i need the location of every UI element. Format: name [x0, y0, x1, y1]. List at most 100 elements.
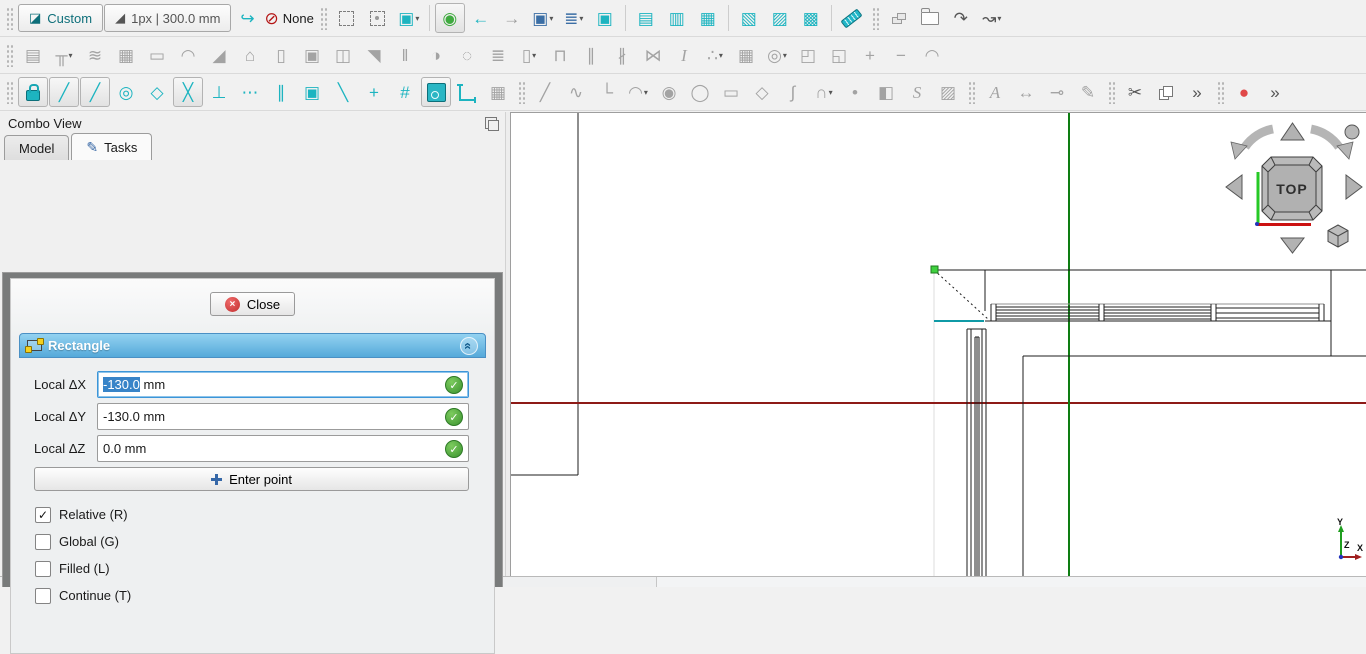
arch-stairs-icon[interactable]: ≣ [483, 40, 513, 70]
draft-shapestring-icon[interactable]: S [902, 77, 932, 107]
checkbox-box[interactable]: ✓ [35, 507, 51, 523]
arch-section-plane-icon[interactable]: ◌ [452, 40, 482, 70]
part-simple-copy-icon[interactable] [884, 3, 914, 33]
view-top-icon[interactable]: ▥ [662, 3, 692, 33]
nav-arrow-right[interactable] [1346, 175, 1362, 199]
cut-icon[interactable]: ✂ [1120, 77, 1150, 107]
navigation-cube[interactable]: TOP [1221, 115, 1366, 257]
arch-cut-plane-icon[interactable]: ◱ [824, 40, 854, 70]
measure-icon[interactable] [837, 3, 867, 33]
nav-cube-top-label[interactable]: TOP [1276, 181, 1308, 197]
arch-structure-icon[interactable]: ╥▾ [49, 40, 79, 70]
toolbar-grip[interactable] [872, 6, 879, 30]
nav-small-cube-icon[interactable] [1328, 225, 1348, 247]
tab-model[interactable]: Model [4, 135, 69, 160]
view-axonometric-icon[interactable]: ▣ [590, 3, 620, 33]
snap-midpoint-icon[interactable]: ╱ [80, 77, 110, 107]
checkbox-global-g[interactable]: Global (G) [34, 528, 469, 555]
checkbox-box[interactable] [35, 561, 51, 577]
autogroup-icon[interactable]: ⊘None [263, 3, 314, 33]
export-icon[interactable]: ↷ [946, 3, 976, 33]
enter-point-button[interactable]: Enter point [34, 467, 469, 491]
arch-add-component-icon[interactable]: + [855, 40, 885, 70]
rectangle-section-header[interactable]: Rectangle « [19, 333, 486, 358]
arch-railing-icon[interactable]: ∦ [607, 40, 637, 70]
draft-circle-icon[interactable]: ◉ [654, 77, 684, 107]
draft-bezier-icon[interactable]: ∩▾ [809, 77, 839, 107]
snap-perpendicular-icon[interactable]: ⊥ [204, 77, 234, 107]
checkbox-filled-l[interactable]: Filled (L) [34, 555, 469, 582]
arch-cut-object-icon[interactable]: ◰ [793, 40, 823, 70]
arch-truss-icon[interactable]: ⋈ [638, 40, 668, 70]
nav-arrow-up[interactable] [1281, 123, 1304, 140]
open-folder-icon[interactable] [915, 3, 945, 33]
arch-axis-system-icon[interactable]: ◑ [421, 40, 451, 70]
arch-remove-component-icon[interactable]: − [886, 40, 916, 70]
collapse-section-icon[interactable]: « [460, 337, 478, 355]
snap-intersection-icon[interactable]: ╳ [173, 77, 203, 107]
rotate-right-arrow-icon[interactable] [1311, 129, 1339, 147]
view-rear-icon[interactable]: ▧ [734, 3, 764, 33]
snap-endpoint-icon[interactable]: ╱ [49, 77, 79, 107]
draft-text-icon[interactable]: A [980, 77, 1010, 107]
arch-shape-icon[interactable]: ▣ [297, 40, 327, 70]
snap-working-plane-icon[interactable] [421, 77, 451, 107]
draft-arc-icon[interactable]: ◠▾ [623, 77, 653, 107]
snap-angle-icon[interactable]: ◇ [142, 77, 172, 107]
local-dy-input[interactable]: -130.0 mm ✓ [97, 403, 469, 430]
local-dx-input[interactable]: -130.0 mm ✓ [97, 371, 469, 398]
toolbar-overflow-icon[interactable]: » [1182, 77, 1212, 107]
nav-arrow-left[interactable] [1226, 175, 1242, 199]
toolbar-grip[interactable] [518, 80, 525, 104]
arch-rebar-icon[interactable]: ≋ [80, 40, 110, 70]
local-dz-input[interactable]: 0.0 mm ✓ [97, 435, 469, 462]
draft-ellipse-icon[interactable]: ◯ [685, 77, 715, 107]
toggle-grid-icon[interactable]: ▦ [483, 77, 513, 107]
arch-wall-icon[interactable]: ▤ [18, 40, 48, 70]
toolbar-grip[interactable] [968, 80, 975, 104]
draft-dimension-icon[interactable]: ↔ [1011, 77, 1041, 107]
toolbar-overflow-2-icon[interactable]: » [1260, 77, 1290, 107]
draw-style-icon[interactable]: ≣▾ [559, 3, 589, 33]
arch-survey-icon[interactable]: ◠ [917, 40, 947, 70]
bounding-box-icon[interactable]: ▣▾ [394, 3, 424, 33]
box-element-selection-icon[interactable] [332, 3, 362, 33]
arch-multimaterial-icon[interactable]: ∴▾ [700, 40, 730, 70]
arch-window-icon[interactable]: ◫ [328, 40, 358, 70]
view-front-icon[interactable]: ▤ [631, 3, 661, 33]
apply-current-style-icon[interactable]: ↪ [232, 3, 262, 33]
arch-profile-icon[interactable]: I [669, 40, 699, 70]
arch-curtainwall-icon[interactable]: ▦ [111, 40, 141, 70]
snap-ortho-icon[interactable]: + [359, 77, 389, 107]
toolbar-grip[interactable] [320, 6, 327, 30]
draft-hatch-icon[interactable]: ▨ [933, 77, 963, 107]
arch-site-icon[interactable]: ◠ [173, 40, 203, 70]
draft-facebinder-icon[interactable]: ◧ [871, 77, 901, 107]
box-selection-icon[interactable] [363, 3, 393, 33]
arch-project-icon[interactable]: ▭ [142, 40, 172, 70]
toolbar-grip[interactable] [6, 6, 13, 30]
toolbar-grip[interactable] [1108, 80, 1115, 104]
view-bottom-icon[interactable]: ▨ [765, 3, 795, 33]
arch-frame-icon[interactable]: ⊓ [545, 40, 575, 70]
arch-drawing-icon[interactable]: ▯ [266, 40, 296, 70]
tab-tasks[interactable]: ✎ Tasks [71, 133, 152, 160]
arch-schedule-icon[interactable]: ▦ [731, 40, 761, 70]
view-left-icon[interactable]: ▩ [796, 3, 826, 33]
toolbar-grip[interactable] [6, 43, 13, 67]
annotation-styles-icon[interactable]: ✎ [1073, 77, 1103, 107]
close-button[interactable]: × Close [210, 292, 295, 316]
snap-extension-icon[interactable]: ⋯ [235, 77, 265, 107]
snap-lock-icon[interactable] [18, 77, 48, 107]
snap-dimensions-icon[interactable] [452, 77, 482, 107]
sync-selection-icon[interactable]: ◉ [435, 3, 465, 33]
arch-equipment-icon[interactable]: ▯▾ [514, 40, 544, 70]
toolbar-grip[interactable] [6, 80, 13, 104]
nav-forward-icon[interactable]: → [497, 3, 527, 33]
nav-dot-menu-icon[interactable] [1345, 125, 1359, 139]
rotate-left-arrow-icon[interactable] [1245, 129, 1273, 147]
checkbox-box[interactable] [35, 588, 51, 604]
draft-point-icon[interactable]: • [840, 77, 870, 107]
checkbox-box[interactable] [35, 534, 51, 550]
draft-line-icon[interactable]: ╱ [530, 77, 560, 107]
